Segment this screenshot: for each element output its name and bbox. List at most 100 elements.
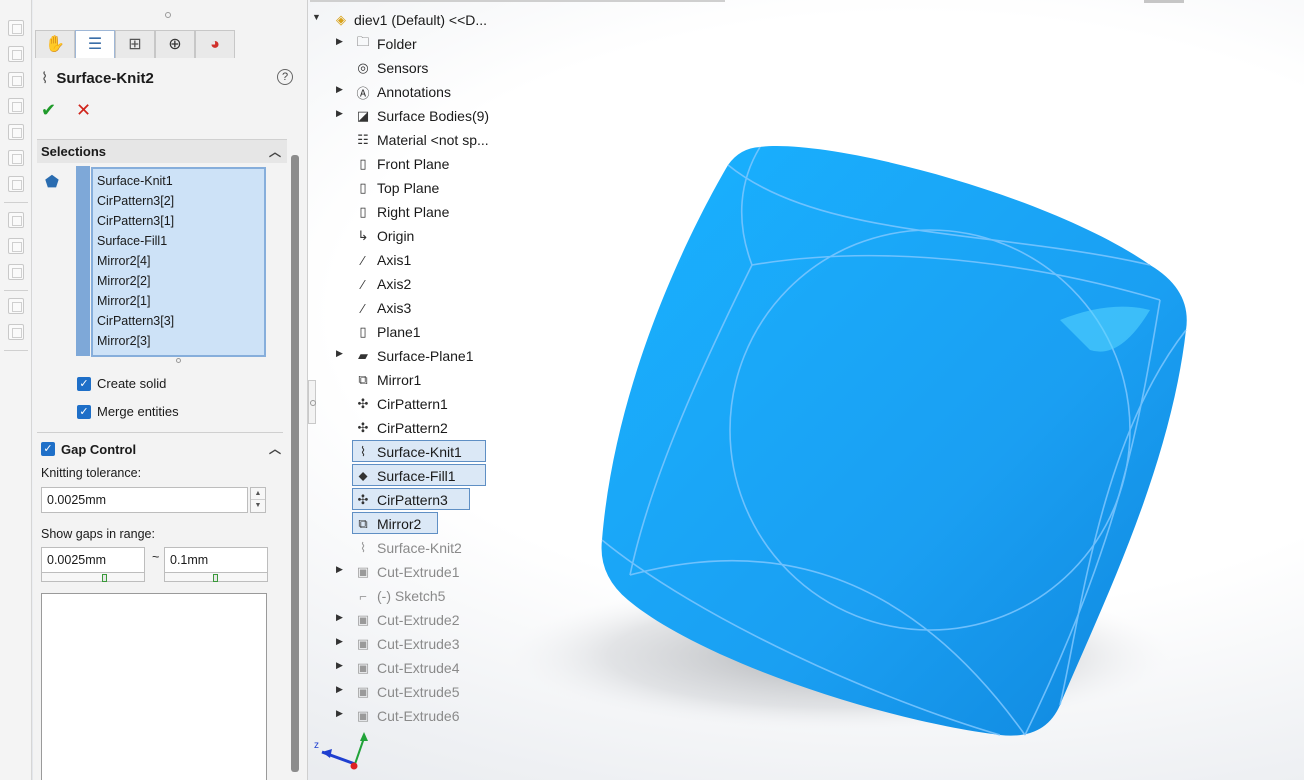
tree-item-label: CirPattern2 [377, 420, 448, 436]
create-solid-checkbox[interactable]: ✓ [77, 376, 91, 391]
tree-item[interactable]: ✣ CirPattern2 [312, 417, 512, 439]
tree-item[interactable]: ⬥ Surface-Fill1 [312, 465, 512, 487]
tree-item[interactable]: ⌐ (-) Sketch5 [312, 585, 512, 607]
list-item[interactable]: Mirror2[4] [97, 251, 260, 271]
tree-item[interactable]: ▶ 🗀 Folder [312, 33, 512, 55]
list-item[interactable]: Mirror2[1] [97, 291, 260, 311]
tab-feature-manager[interactable]: ✋ [35, 30, 75, 58]
surface-knit-icon: ⌇ [359, 444, 367, 459]
ok-button[interactable]: ✔ [41, 100, 56, 121]
spin-up-icon[interactable]: ▲ [251, 488, 265, 500]
expand-icon[interactable]: ▶ [336, 684, 346, 695]
collapse-chevron-icon[interactable]: ︿ [269, 143, 281, 160]
tab-display-manager[interactable]: ◕ [195, 30, 235, 58]
tab-configuration-manager[interactable]: ⊞ [115, 30, 155, 58]
merge-entities-checkbox[interactable]: ✓ [77, 404, 91, 419]
tree-item[interactable]: ✣ CirPattern3 [312, 489, 512, 511]
tree-item[interactable]: ⁄ Axis3 [312, 297, 512, 319]
expand-icon[interactable]: ▶ [336, 108, 346, 119]
panel-grip[interactable] [165, 12, 171, 18]
tool-button-11[interactable] [8, 298, 24, 314]
tree-item[interactable]: ▶ ◪ Surface Bodies(9) [312, 105, 512, 127]
tree-item[interactable]: ▯ Plane1 [312, 321, 512, 343]
expand-icon[interactable]: ▶ [336, 660, 346, 671]
expand-icon[interactable]: ▶ [336, 348, 346, 359]
slider-thumb[interactable] [213, 574, 218, 582]
tree-item[interactable]: ▶ ▣ Cut-Extrude4 [312, 657, 512, 679]
tree-item[interactable]: ▯ Right Plane [312, 201, 512, 223]
tree-item-label: Material <not sp... [377, 132, 489, 148]
tool-button-1[interactable] [8, 20, 24, 36]
expand-icon[interactable]: ▶ [336, 36, 346, 47]
expand-icon[interactable]: ▶ [336, 636, 346, 647]
tree-item[interactable]: ⌇ Surface-Knit1 [312, 441, 512, 463]
tool-button-12[interactable] [8, 324, 24, 340]
tree-item[interactable]: ⧉ Mirror2 [312, 513, 512, 535]
gap-range-min-input[interactable]: 0.0025mm [41, 547, 145, 573]
collapse-icon[interactable]: ▼ [312, 12, 322, 22]
gap-min-slider[interactable] [41, 572, 145, 582]
list-item[interactable]: Surface-Knit1 [97, 171, 260, 191]
expand-icon[interactable]: ▶ [336, 708, 346, 719]
tool-button-4[interactable] [8, 98, 24, 114]
list-item[interactable]: CirPattern3[2] [97, 191, 260, 211]
gap-control-checkbox[interactable]: ✓ [41, 442, 55, 456]
create-solid-option[interactable]: ✓ Create solid [77, 376, 166, 391]
tool-button-6[interactable] [8, 150, 24, 166]
tree-item[interactable]: ▶ ▣ Cut-Extrude6 [312, 705, 512, 727]
tool-button-5[interactable] [8, 124, 24, 140]
tree-item[interactable]: ▯ Top Plane [312, 177, 512, 199]
selections-group-header[interactable]: Selections ︿ [37, 139, 287, 163]
tree-item[interactable]: ▶ ▣ Cut-Extrude2 [312, 609, 512, 631]
collapse-chevron-icon[interactable]: ︿ [269, 440, 281, 457]
tool-button-7[interactable] [8, 176, 24, 192]
list-item[interactable]: Mirror2[3] [97, 331, 260, 351]
expand-icon[interactable]: ▶ [336, 84, 346, 95]
gap-control-group-header[interactable]: ✓ Gap Control ︿ [37, 437, 287, 461]
tab-property-manager[interactable]: ☰ [75, 30, 115, 58]
spin-down-icon[interactable]: ▼ [251, 500, 265, 512]
tool-button-8[interactable] [8, 212, 24, 228]
tree-item[interactable]: ▶ ▣ Cut-Extrude1 [312, 561, 512, 583]
tree-item[interactable]: ▶ ▣ Cut-Extrude3 [312, 633, 512, 655]
tree-item[interactable]: ↳ Origin [312, 225, 512, 247]
tool-separator [4, 202, 28, 203]
gap-results-list[interactable] [41, 593, 267, 780]
tool-button-10[interactable] [8, 264, 24, 280]
merge-entities-option[interactable]: ✓ Merge entities [77, 404, 179, 419]
knitting-tolerance-input[interactable]: 0.0025mm [41, 487, 248, 513]
tree-item-label: Mirror1 [377, 372, 422, 388]
expand-icon[interactable]: ▶ [336, 564, 346, 575]
list-item[interactable]: Surface-Fill1 [97, 231, 260, 251]
tool-button-3[interactable] [8, 72, 24, 88]
gap-range-max-input[interactable]: 0.1mm [164, 547, 268, 573]
help-icon[interactable]: ? [277, 69, 293, 85]
expand-icon[interactable]: ▶ [336, 612, 346, 623]
tree-item[interactable]: ▶ ▣ Cut-Extrude5 [312, 681, 512, 703]
tool-button-9[interactable] [8, 238, 24, 254]
tree-item[interactable]: ⌇ Surface-Knit2 [312, 537, 512, 559]
tree-item[interactable]: ◎ Sensors [312, 57, 512, 79]
tool-button-2[interactable] [8, 46, 24, 62]
tree-item[interactable]: ⧉ Mirror1 [312, 369, 512, 391]
tree-item[interactable]: ▶ Ⓐ Annotations [312, 81, 512, 103]
tree-item[interactable]: ▶ ▰ Surface-Plane1 [312, 345, 512, 367]
list-resize-grip[interactable] [176, 358, 181, 363]
list-item[interactable]: Mirror2[2] [97, 271, 260, 291]
tab-dimxpert-manager[interactable]: ⊕ [155, 30, 195, 58]
tree-item[interactable]: ▯ Front Plane [312, 153, 512, 175]
tolerance-spinner[interactable]: ▲ ▼ [250, 487, 266, 513]
panel-scrollbar[interactable] [291, 155, 299, 772]
tree-item[interactable]: ⁄ Axis2 [312, 273, 512, 295]
list-item[interactable]: CirPattern3[1] [97, 211, 260, 231]
slider-thumb[interactable] [102, 574, 107, 582]
cancel-button[interactable]: ✕ [76, 100, 91, 121]
tree-item[interactable]: ✣ CirPattern1 [312, 393, 512, 415]
selection-list[interactable]: Surface-Knit1 CirPattern3[2] CirPattern3… [91, 167, 266, 357]
tree-root[interactable]: ▼ ◈ diev1 (Default) <<D... [312, 9, 512, 31]
tree-item[interactable]: ⁄ Axis1 [312, 249, 512, 271]
gap-max-slider[interactable] [164, 572, 268, 582]
list-item[interactable]: CirPattern3[3] [97, 311, 260, 331]
tree-item[interactable]: ☷ Material <not sp... [312, 129, 512, 151]
tree-item-label: Cut-Extrude5 [377, 684, 460, 700]
